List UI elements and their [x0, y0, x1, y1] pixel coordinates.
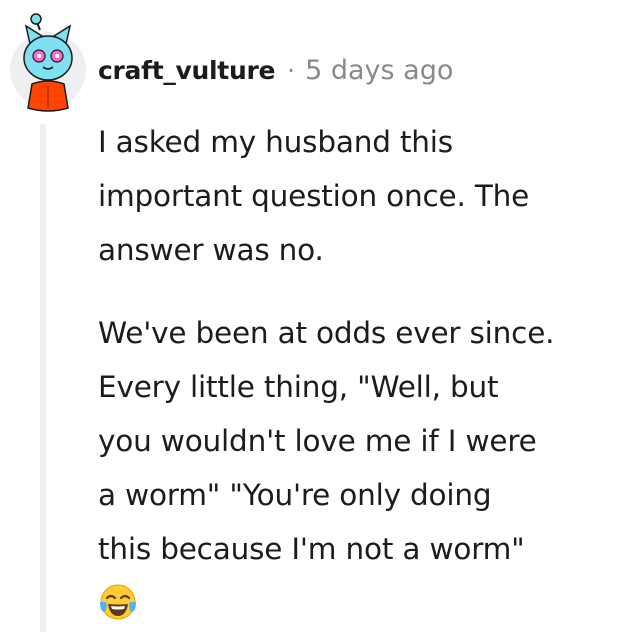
- username-link[interactable]: craft_vulture: [98, 56, 275, 85]
- meta-separator: ·: [287, 55, 296, 85]
- comment-body: I asked my husband this important questi…: [98, 115, 613, 622]
- text-line: a worm" "You're only doing: [98, 478, 492, 512]
- face-with-tears-of-joy-icon: [100, 584, 136, 620]
- text-line: you wouldn't love me if I were: [98, 424, 537, 458]
- text-line: I asked my husband this: [98, 125, 453, 159]
- timestamp[interactable]: 5 days ago: [305, 55, 453, 86]
- comment: craft_vulture · 5 days ago I asked my hu…: [0, 0, 619, 632]
- comment-paragraph: I asked my husband this important questi…: [98, 115, 613, 277]
- user-avatar[interactable]: [10, 12, 86, 112]
- text-line: We've been at odds ever since.: [98, 316, 555, 350]
- comment-meta: craft_vulture · 5 days ago: [98, 52, 453, 88]
- text-line: answer was no.: [98, 233, 324, 267]
- snoo-avatar-icon: [10, 13, 86, 112]
- text-line: Every little thing, "Well, but: [98, 370, 499, 404]
- thread-line[interactable]: [40, 124, 46, 632]
- text-line: this because I'm not a worm": [98, 532, 525, 566]
- comment-paragraph: We've been at odds ever since. Every lit…: [98, 306, 613, 576]
- text-line: important question once. The: [98, 179, 530, 213]
